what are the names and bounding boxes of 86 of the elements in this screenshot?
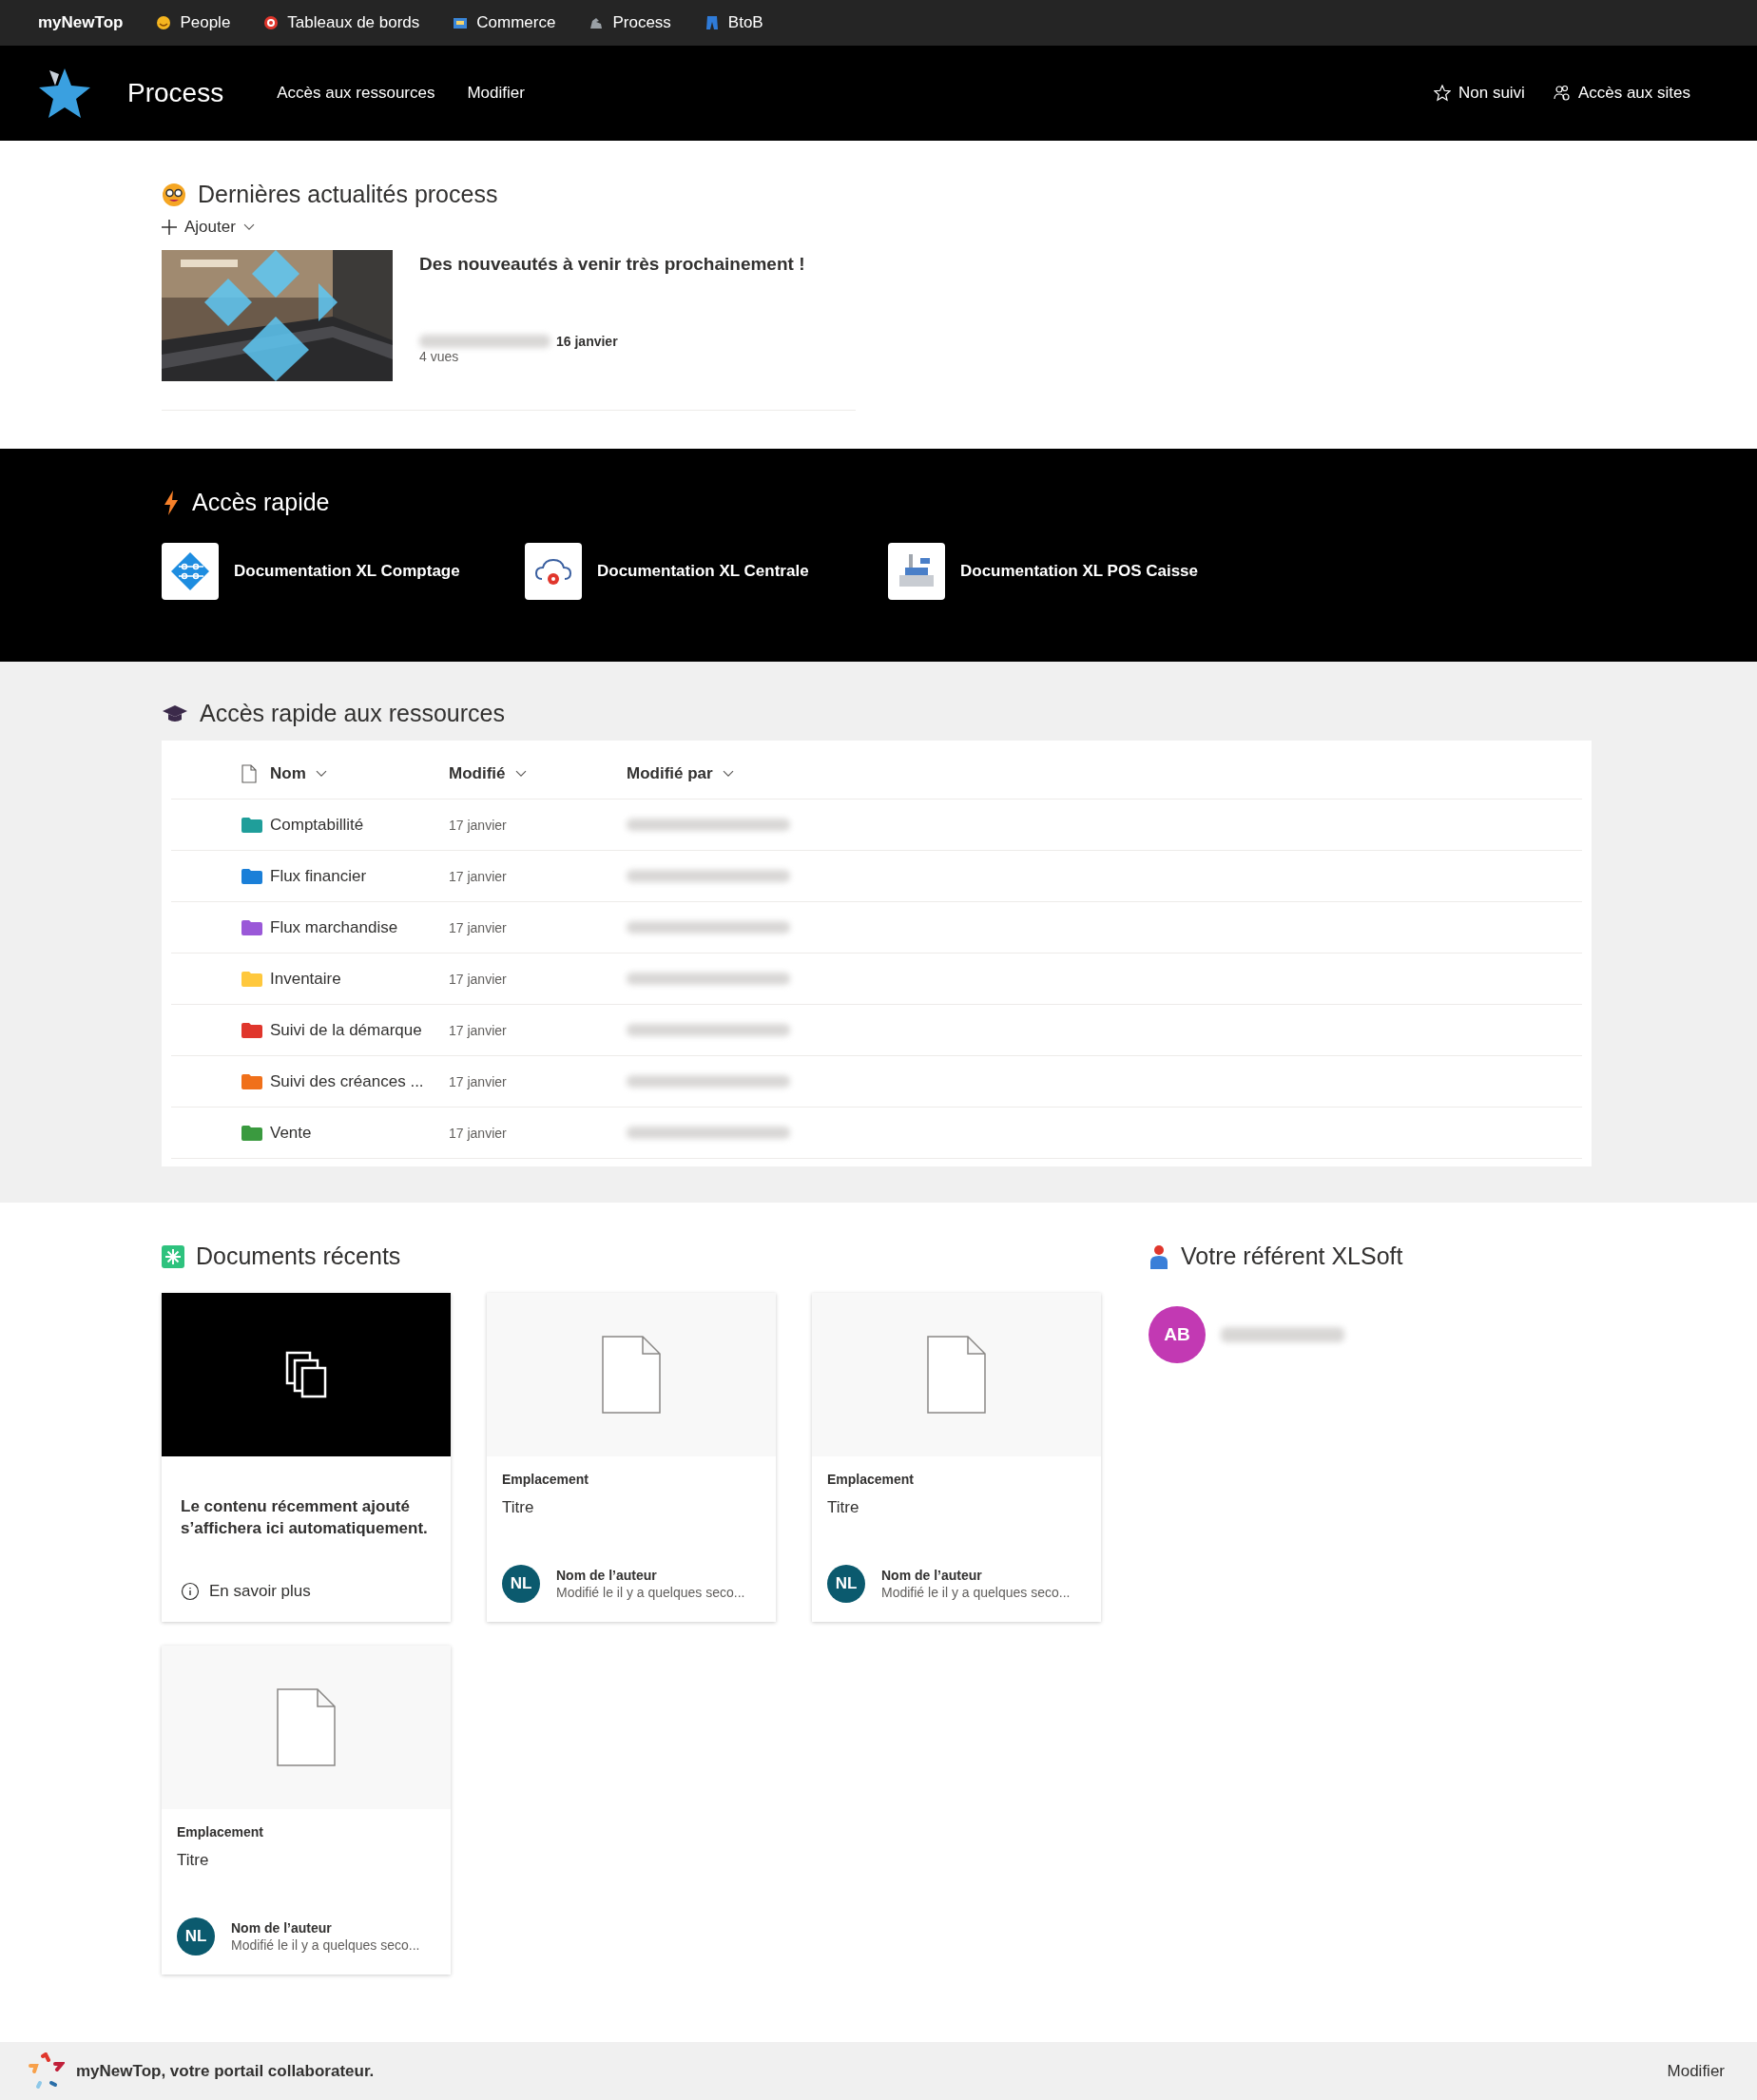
news-date: 16 janvier [556,334,618,349]
document-icon [602,1336,661,1414]
plus-icon [162,220,177,235]
modified-time: Modifié le il y a quelques seco... [231,1937,420,1953]
person-icon [1149,1243,1169,1269]
hub-nav-link[interactable]: BtoB [703,13,763,32]
author-name: Nom de l’auteur [231,1920,333,1936]
follow-button[interactable]: Non suivi [1433,84,1525,103]
column-header[interactable]: Modifié par [627,763,734,783]
folder-name[interactable]: Flux marchandise [270,917,449,937]
quick-link[interactable]: Documentation XL POS Caisse [888,543,1251,600]
site-nav-link[interactable]: Modifier [467,84,525,103]
document-location: Emplacement [177,1824,265,1840]
cloud-gear-icon [525,543,582,600]
modified-date: 17 janvier [449,868,508,884]
hub-nav-link[interactable]: Tableaux de bords [262,13,420,32]
modified-date: 17 janvier [449,1073,508,1089]
graduation-cap-icon [162,703,188,724]
modified-time: Modifié le il y a quelques seco... [881,1585,1071,1600]
cash-register-icon [888,543,945,600]
author-avatar: NL [177,1917,215,1956]
author-name: Nom de l’auteur [556,1568,658,1583]
section-title: Documents récents [196,1243,401,1270]
folder-name[interactable]: Vente [270,1123,449,1143]
folder-name[interactable]: Flux financier [270,866,449,886]
document-icon [277,1688,336,1766]
sparkle-icon [162,1244,184,1268]
footer-text: myNewTop, votre portail collaborateur. [76,2061,375,2081]
hub-nav-link[interactable]: Commerce [452,13,556,32]
add-button[interactable]: Ajouter [162,218,255,237]
section-title: Votre référent XLSoft [1181,1243,1403,1270]
info-icon [181,1582,200,1601]
document-card[interactable]: Emplacement Titre NL Nom de l’auteur Modifié le il y a quelques seco... [487,1293,776,1622]
folder-name[interactable]: Suivi de la démarque [270,1020,449,1040]
documents-icon [285,1351,327,1398]
column-header[interactable]: Modifié [449,763,527,783]
chevron-down-icon [514,769,527,778]
document-icon [927,1336,986,1414]
view-count: 4 vues [419,349,460,364]
section-title: Dernières actualités process [198,181,498,208]
star-icon [1433,85,1451,102]
folder-name[interactable]: Suivi des créances ... [270,1071,449,1091]
document-location: Emplacement [502,1472,590,1487]
hub-nav-link[interactable]: Process [588,13,671,32]
learn-more-link[interactable]: En savoir plus [181,1582,432,1601]
section-title: Accès rapide aux ressources [200,700,505,727]
site-nav-link[interactable]: Accès aux ressources [277,84,435,103]
site-title: Process [127,78,224,108]
modified-date: 17 janvier [449,1022,508,1038]
document-card[interactable]: Emplacement Titre NL Nom de l’auteur Modifié le il y a quelques seco... [162,1646,451,1975]
modified-date: 17 janvier [449,1125,508,1141]
modified-date: 17 janvier [449,971,508,987]
document-title: Titre [827,1498,860,1517]
author-avatar: NL [827,1565,865,1603]
chevron-down-icon [242,223,255,231]
lightning-icon [162,490,181,515]
chevron-down-icon [315,769,327,778]
people-icon [1553,85,1571,102]
column-header[interactable]: Nom [270,763,327,783]
document-location: Emplacement [827,1472,916,1487]
folder-name[interactable]: Comptabillité [270,815,449,835]
modified-time: Modifié le il y a quelques seco... [556,1585,745,1600]
section-title: Accès rapide [192,489,330,516]
quick-link[interactable]: Documentation XL Comptage [162,543,525,600]
modified-date: 17 janvier [449,817,508,833]
smiley-icon [155,14,173,31]
empty-state-message: Le contenu récemment ajouté s’affichera ici automatiquement. [181,1496,429,1539]
quick-link[interactable]: Documentation XL Centrale [525,543,888,600]
footer-edit-button[interactable]: Modifier [1661,2060,1730,2082]
file-type-icon [241,763,257,783]
news-title[interactable]: Des nouveautés à venir très prochainement ! [419,254,805,275]
author-avatar: NL [502,1565,540,1603]
document-card[interactable]: Emplacement Titre NL Nom de l’auteur Modifié le il y a quelques seco... [812,1293,1101,1622]
author-name: Nom de l’auteur [881,1568,983,1583]
modified-date: 17 janvier [449,919,508,935]
chevron-down-icon [722,769,734,778]
referent-avatar[interactable]: AB [1149,1306,1206,1363]
hub-nav-link[interactable]: People [155,13,231,32]
folder-name[interactable]: Inventaire [270,969,449,989]
document-title: Titre [177,1851,210,1870]
document-title: Titre [502,1498,535,1517]
brand-link[interactable]: myNewTop [38,13,124,32]
nerd-face-icon [162,182,186,207]
target-icon [262,14,280,31]
sites-access-button[interactable]: Accès aux sites [1553,84,1690,103]
network-diagram-icon [162,543,219,600]
